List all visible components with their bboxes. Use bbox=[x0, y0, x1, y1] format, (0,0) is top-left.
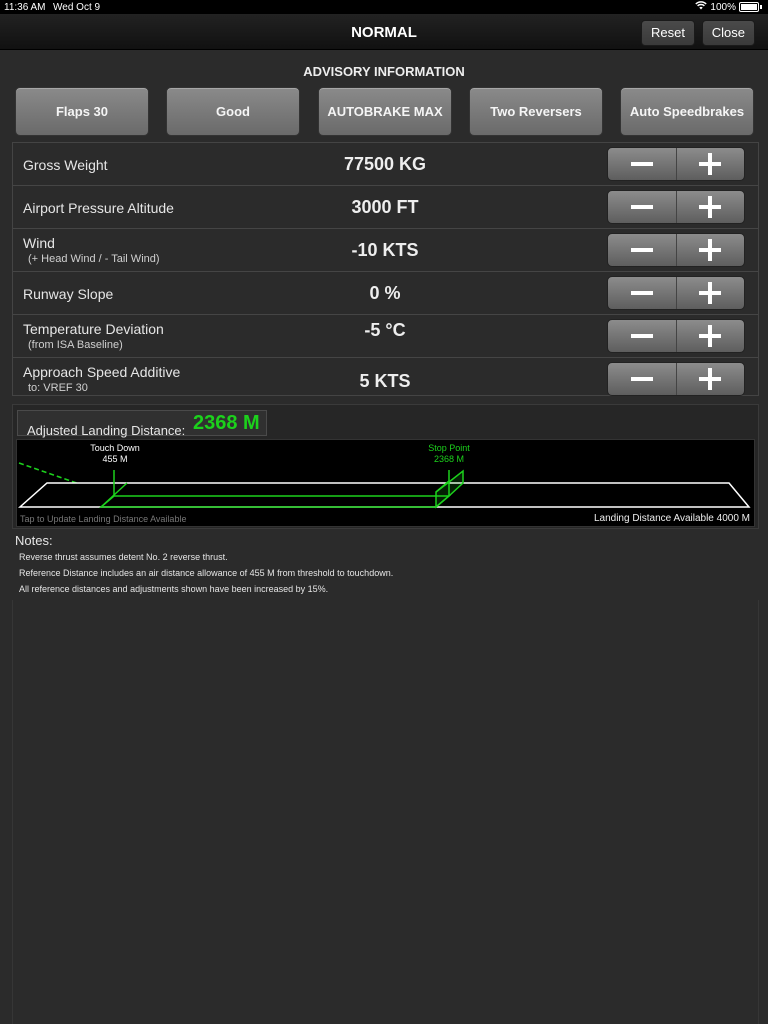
flaps-chip[interactable]: Flaps 30 bbox=[15, 87, 149, 136]
increment-button[interactable] bbox=[677, 277, 745, 309]
battery-percent: 100% bbox=[710, 1, 736, 13]
reset-button[interactable]: Reset bbox=[641, 20, 695, 46]
param-value: -5 °C bbox=[364, 320, 406, 340]
param-value: 0 % bbox=[369, 283, 401, 303]
notes-title: Notes: bbox=[15, 533, 53, 548]
status-time: 11:36 AM bbox=[4, 2, 46, 13]
increment-button[interactable] bbox=[677, 148, 745, 180]
advisory-chips: Flaps 30 Good AUTOBRAKE MAX Two Reverser… bbox=[15, 87, 755, 136]
increment-button[interactable] bbox=[677, 234, 745, 266]
increment-button[interactable] bbox=[677, 191, 745, 223]
wind-stepper bbox=[607, 233, 745, 267]
battery-nub bbox=[760, 5, 762, 9]
param-label: Temperature Deviation bbox=[23, 321, 164, 337]
note-line: All reference distances and adjustments … bbox=[19, 584, 329, 594]
param-value: -10 KTS bbox=[351, 240, 419, 260]
param-value: 77500 KG bbox=[343, 154, 427, 174]
tap-hint: Tap to Update Landing Distance Available bbox=[20, 514, 187, 524]
param-sublabel: (from ISA Baseline) bbox=[28, 339, 123, 351]
status-bar: 11:36 AM Wed Oct 9 100% bbox=[0, 0, 768, 14]
param-row-temperature: Temperature Deviation (from ISA Baseline… bbox=[13, 315, 758, 358]
param-row-speed-additive: Approach Speed Additive to: VREF 30 5 KT… bbox=[13, 358, 758, 400]
minus-icon bbox=[630, 334, 653, 338]
decrement-button[interactable] bbox=[608, 320, 677, 352]
speed-additive-stepper bbox=[607, 362, 745, 396]
param-label: Airport Pressure Altitude bbox=[23, 200, 174, 216]
adjusted-distance-label: Adjusted Landing Distance: bbox=[27, 423, 186, 438]
landing-distance-available: Landing Distance Available 4000 M bbox=[593, 513, 750, 524]
battery-icon bbox=[739, 2, 759, 12]
param-label: Wind bbox=[23, 235, 55, 251]
altitude-stepper bbox=[607, 190, 745, 224]
stop-point-value: 2368 M bbox=[433, 454, 465, 464]
parameter-table: Gross Weight 77500 KG Airport Pressure A… bbox=[12, 142, 759, 396]
slope-stepper bbox=[607, 276, 745, 310]
minus-icon bbox=[630, 162, 653, 166]
increment-button[interactable] bbox=[677, 320, 745, 352]
param-row-gross-weight: Gross Weight 77500 KG bbox=[13, 143, 758, 186]
param-row-wind: Wind (+ Head Wind / - Tail Wind) -10 KTS bbox=[13, 229, 758, 272]
minus-icon bbox=[630, 248, 653, 252]
adjusted-distance-box: Adjusted Landing Distance: 2368 M bbox=[17, 410, 267, 438]
autobrake-chip[interactable]: AUTOBRAKE MAX bbox=[318, 87, 452, 136]
close-button[interactable]: Close bbox=[701, 20, 755, 46]
note-line: Reverse thrust assumes detent No. 2 reve… bbox=[19, 552, 228, 562]
param-label: Gross Weight bbox=[23, 157, 108, 173]
reversers-chip[interactable]: Two Reversers bbox=[469, 87, 603, 136]
increment-button[interactable] bbox=[677, 363, 745, 395]
status-right: 100% bbox=[695, 1, 762, 13]
note-line: Reference Distance includes an air dista… bbox=[19, 568, 394, 578]
param-sublabel: (+ Head Wind / - Tail Wind) bbox=[28, 253, 160, 265]
adjusted-distance-value: 2368 M bbox=[193, 412, 260, 434]
param-sublabel: to: VREF 30 bbox=[28, 382, 88, 394]
gross-weight-stepper bbox=[607, 147, 745, 181]
minus-icon bbox=[630, 377, 653, 381]
wifi-icon bbox=[695, 1, 708, 13]
stop-point-label: Stop Point 2368 M bbox=[419, 443, 479, 465]
param-value: 5 KTS bbox=[359, 371, 411, 391]
status-date: Wed Oct 9 bbox=[53, 2, 101, 13]
touchdown-title: Touch Down bbox=[90, 443, 140, 453]
decrement-button[interactable] bbox=[608, 363, 677, 395]
advisory-title: ADVISORY INFORMATION bbox=[303, 64, 465, 79]
minus-icon bbox=[630, 205, 653, 209]
decrement-button[interactable] bbox=[608, 148, 677, 180]
param-label: Runway Slope bbox=[23, 286, 114, 302]
touchdown-label: Touch Down 455 M bbox=[85, 443, 145, 465]
empty-panel bbox=[12, 600, 759, 1024]
nav-bar: NORMAL Reset Close bbox=[0, 14, 768, 50]
param-value: 3000 FT bbox=[351, 197, 419, 217]
param-row-runway-slope: Runway Slope 0 % bbox=[13, 272, 758, 315]
runway-diagram[interactable]: Touch Down 455 M Stop Point 2368 M Tap t… bbox=[16, 439, 755, 527]
decrement-button[interactable] bbox=[608, 277, 677, 309]
minus-icon bbox=[630, 291, 653, 295]
touchdown-value: 455 M bbox=[102, 454, 128, 464]
decrement-button[interactable] bbox=[608, 191, 677, 223]
temperature-stepper bbox=[607, 319, 745, 353]
runway-outline bbox=[18, 482, 751, 508]
param-row-pressure-altitude: Airport Pressure Altitude 3000 FT bbox=[13, 186, 758, 229]
speedbrakes-chip[interactable]: Auto Speedbrakes bbox=[620, 87, 754, 136]
runway-condition-chip[interactable]: Good bbox=[166, 87, 300, 136]
landing-distance-panel: Adjusted Landing Distance: 2368 M Touch … bbox=[12, 404, 759, 529]
stop-point-title: Stop Point bbox=[428, 443, 470, 453]
decrement-button[interactable] bbox=[608, 234, 677, 266]
param-label: Approach Speed Additive bbox=[23, 364, 181, 380]
